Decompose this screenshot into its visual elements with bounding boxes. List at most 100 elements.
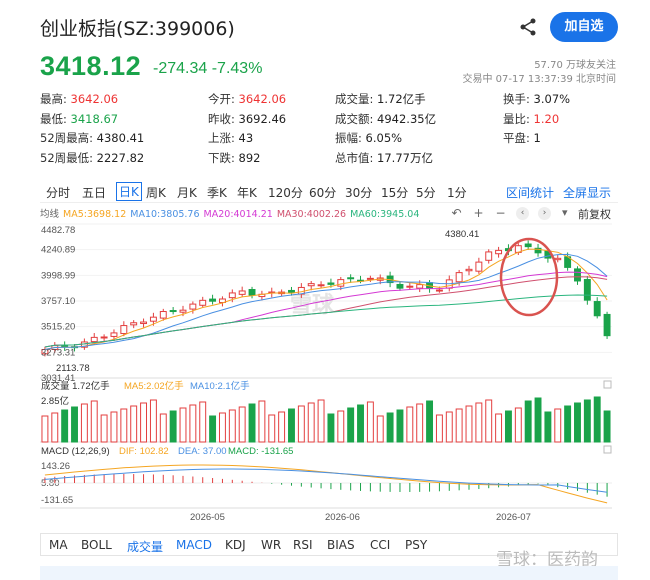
volume-bar: [169, 410, 177, 443]
indicator-tab[interactable]: KDJ: [225, 538, 246, 552]
x-axis-label: 2026-06: [325, 512, 360, 523]
ma-legend-item: MA20:4014.21: [203, 209, 273, 220]
x-axis-label: 2026-07: [496, 512, 531, 523]
stat-item: 下跌: 892: [208, 150, 260, 166]
volume-bar: [327, 413, 335, 443]
candle: [110, 332, 118, 337]
period-tab[interactable]: 120分: [268, 184, 303, 201]
period-tab[interactable]: 日K: [116, 182, 142, 201]
stat-item: 最低: 3418.67: [40, 111, 118, 127]
volume-bar: [465, 405, 473, 443]
period-tab[interactable]: 30分: [345, 184, 372, 201]
candle: [248, 289, 256, 296]
kline-chart[interactable]: 雪球 4482.78 4240.89 3998.99 3757.10 3515.20 327…: [40, 220, 618, 532]
candle: [317, 284, 325, 287]
period-tab[interactable]: 年K: [237, 184, 257, 201]
stat-value: 3642.06: [234, 92, 287, 106]
ma-legend-item: MA5:3698.12: [63, 209, 127, 220]
volume-bar: [90, 400, 98, 443]
volume-bar: [288, 408, 295, 443]
stat-item: 成交量: 1.72亿手: [335, 91, 426, 107]
stat-label: 今开:: [208, 92, 235, 106]
y-tick-label: 3757.10: [41, 296, 75, 307]
candle: [140, 321, 148, 325]
stat-label: 量比:: [503, 111, 530, 126]
stat-item: 上涨: 43: [208, 130, 253, 146]
indicator-tab[interactable]: BIAS: [327, 538, 355, 552]
stat-label: 昨收:: [208, 111, 235, 126]
candle: [238, 290, 246, 295]
period-tab[interactable]: 60分: [309, 184, 336, 201]
add-to-watchlist-button[interactable]: 加自选: [550, 12, 618, 42]
volume-bar: [406, 406, 414, 443]
follower-count: 57.70 万球友关注: [534, 60, 616, 71]
volume-bar: [544, 411, 552, 443]
stat-value: 892: [234, 150, 261, 165]
volume-bar: [268, 414, 276, 443]
zoom-in-icon[interactable]: +: [472, 207, 485, 220]
volume-bar: [366, 401, 374, 443]
indicator-tab[interactable]: BOLL: [81, 538, 112, 552]
indicator-tab[interactable]: MACD: [176, 538, 212, 552]
period-tab[interactable]: 周K: [146, 184, 166, 201]
candle: [228, 292, 236, 299]
macd-y-tick: -131.65: [41, 495, 73, 506]
chevron-right-icon[interactable]: ›: [538, 207, 551, 220]
share-icon[interactable]: [518, 17, 538, 37]
volume-bar: [80, 403, 88, 443]
period-tab[interactable]: 季K: [207, 184, 227, 201]
range-stats-button[interactable]: 区间统计: [506, 184, 554, 201]
volume-bar: [100, 414, 108, 443]
candle: [524, 243, 532, 248]
macd-legend: MACD (12,26,9): [41, 446, 110, 457]
price-change: -274.34 -7.43%: [153, 60, 262, 78]
period-tab[interactable]: 分时: [46, 184, 70, 201]
volume-bar: [357, 404, 364, 443]
volume-bar: [71, 406, 78, 443]
candle: [554, 257, 562, 261]
volume-bar: [149, 399, 157, 443]
volume-bar: [110, 411, 118, 443]
indicator-tab[interactable]: PSY: [405, 538, 427, 552]
volume-bar: [435, 414, 443, 443]
stat-value: 4942.35亿: [373, 111, 437, 126]
volume-bar: [120, 408, 128, 443]
dropdown-arrow-icon[interactable]: ▾: [562, 206, 568, 219]
volume-bar: [495, 413, 503, 443]
period-tab[interactable]: 15分: [381, 184, 408, 201]
indicator-tab[interactable]: RSI: [293, 538, 313, 552]
indicator-tab[interactable]: 成交量: [127, 538, 163, 555]
period-tab[interactable]: 5分: [416, 184, 436, 201]
candle: [327, 282, 335, 285]
volume-bar: [416, 403, 424, 443]
chevron-left-icon[interactable]: ‹: [516, 207, 529, 220]
volume-bar: [386, 412, 394, 443]
stat-label: 平盘:: [503, 131, 530, 145]
period-tab[interactable]: 月K: [177, 184, 197, 201]
volume-bar: [199, 401, 207, 443]
indicator-tab[interactable]: CCI: [370, 538, 390, 552]
period-tab[interactable]: 五日: [82, 184, 106, 201]
stat-item: 今开: 3642.06: [208, 91, 286, 107]
close-icon: [603, 445, 612, 454]
zoom-out-icon[interactable]: −: [494, 207, 507, 220]
low-marker-label: 2113.78: [56, 363, 90, 374]
indicator-tab[interactable]: MA: [49, 538, 68, 552]
macd-dea-legend: DEA: 37.00: [178, 446, 227, 457]
stat-item: 昨收: 3692.46: [208, 111, 286, 127]
volume-bar: [426, 400, 434, 443]
volume-bar: [41, 415, 49, 443]
x-axis-label: 2026-05: [190, 512, 225, 523]
period-tab[interactable]: 1分: [447, 184, 467, 201]
reset-icon[interactable]: ↶: [450, 207, 463, 220]
volume-legend: 成交量 1.72亿手: [41, 380, 110, 392]
candle: [169, 310, 177, 313]
stat-label: 下跌:: [208, 150, 235, 165]
volume-bar: [189, 404, 197, 443]
fullscreen-button[interactable]: 全屏显示: [563, 184, 611, 201]
stats-row: 最高: 3642.06 今开: 3642.06 成交量: 1.72亿手 换手: 3.0…: [40, 91, 620, 111]
indicator-tab[interactable]: WR: [261, 538, 281, 552]
candle: [455, 272, 463, 283]
stat-item: 量比: 1.20: [503, 111, 559, 127]
candle: [475, 261, 483, 272]
